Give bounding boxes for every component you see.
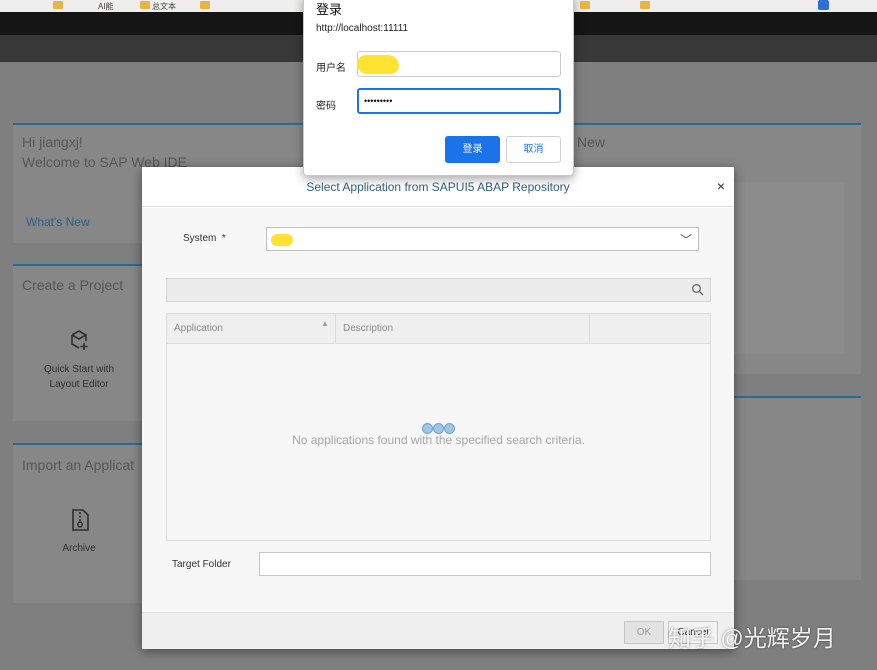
column-divider xyxy=(335,314,336,344)
whats-new-heading: New xyxy=(577,134,606,150)
bookmark-item[interactable]: AI能 xyxy=(98,1,114,12)
bookmark-folder-icon[interactable] xyxy=(53,1,63,9)
ok-button[interactable]: OK xyxy=(624,621,664,644)
bookmark-folder-icon[interactable] xyxy=(140,1,150,9)
login-cancel-button[interactable]: 取消 xyxy=(506,136,561,163)
watermark-text: 知乎 @光辉岁月 xyxy=(668,625,836,651)
search-icon[interactable] xyxy=(691,283,705,297)
password-label: 密码 xyxy=(316,101,336,112)
bookmark-item[interactable]: 总文本 xyxy=(152,1,176,12)
username-label: 用户名 xyxy=(316,63,346,74)
bookmark-folder-icon[interactable] xyxy=(580,1,590,9)
close-icon[interactable]: × xyxy=(714,179,728,193)
sort-ascending-icon[interactable]: ▲ xyxy=(321,319,329,328)
quick-start-icon[interactable] xyxy=(67,328,91,352)
username-redaction xyxy=(357,55,399,74)
target-folder-label: Target Folder xyxy=(172,559,231,570)
greeting-text: Hi jiangxj! xyxy=(22,134,83,150)
archive-label[interactable]: Archive xyxy=(29,541,129,556)
login-button[interactable]: 登录 xyxy=(445,136,500,163)
system-label-text: System xyxy=(183,233,217,244)
select-application-dialog: Select Application from SAPUI5 ABAP Repo… xyxy=(142,167,734,649)
dialog-title: Select Application from SAPUI5 ABAP Repo… xyxy=(306,180,570,194)
target-folder-input[interactable] xyxy=(259,552,711,576)
bookmark-folder-icon[interactable] xyxy=(200,1,210,9)
bookmark-folder-icon[interactable] xyxy=(640,1,650,9)
no-data-text: No applications found with the specified… xyxy=(292,433,585,447)
dialog-body: System * ﹀ Application ▲ Description No … xyxy=(142,208,734,612)
whats-new-link[interactable]: What's New xyxy=(26,215,90,229)
system-redaction xyxy=(271,234,293,246)
archive-icon[interactable] xyxy=(68,506,92,532)
password-field[interactable]: ••••••••• xyxy=(357,88,561,114)
browser-login-popup: 登录 http://localhost:11111 用户名 密码 •••••••… xyxy=(303,0,574,176)
system-label: System * xyxy=(183,233,226,244)
checkbox-icon[interactable] xyxy=(818,0,829,10)
import-heading: Import an Applicat xyxy=(22,457,135,473)
search-input[interactable] xyxy=(166,278,711,302)
column-header-application[interactable]: Application xyxy=(174,323,223,334)
content-panel xyxy=(734,182,844,354)
login-origin-url: http://localhost:11111 xyxy=(316,23,409,34)
required-mark: * xyxy=(221,233,226,244)
table-header: Application ▲ Description xyxy=(167,314,710,344)
column-header-description[interactable]: Description xyxy=(343,323,393,334)
application-table: Application ▲ Description No application… xyxy=(166,313,711,541)
dialog-footer: OK Cancel xyxy=(142,612,734,649)
login-popup-title: 登录 xyxy=(316,2,343,17)
column-divider xyxy=(589,314,590,344)
chevron-down-icon[interactable]: ﹀ xyxy=(680,231,692,248)
system-select[interactable]: ﹀ xyxy=(266,227,699,251)
create-project-heading: Create a Project xyxy=(22,277,124,293)
quick-start-label[interactable]: Quick Start with Layout Editor xyxy=(29,362,129,392)
right-lower-tile xyxy=(734,396,861,580)
